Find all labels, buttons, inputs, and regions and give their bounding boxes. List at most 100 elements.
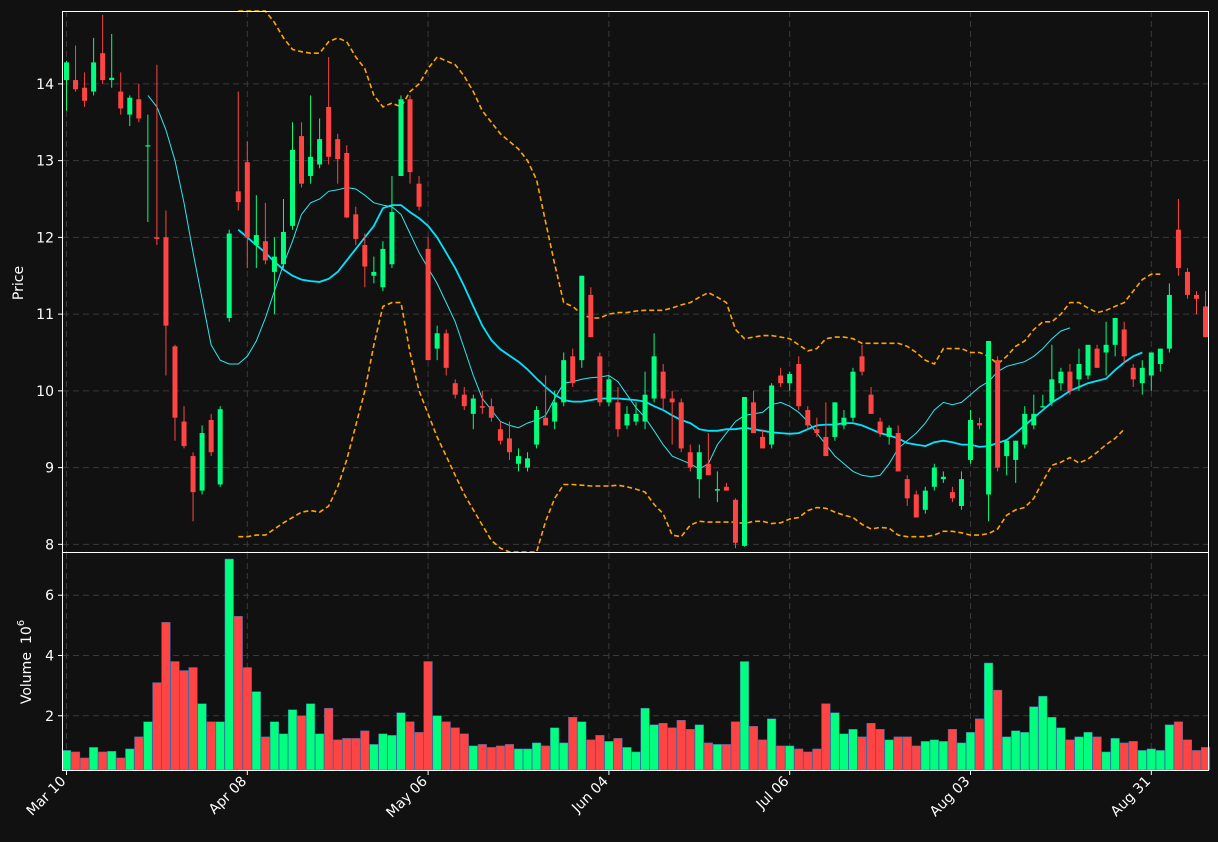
volume-bar — [1020, 732, 1030, 771]
volume-bar — [224, 558, 234, 771]
volume-bar — [803, 751, 813, 771]
candle-body — [100, 53, 106, 81]
candle-body — [398, 99, 404, 176]
volume-axis-scale: 10 — [19, 626, 35, 644]
candle-body — [968, 420, 973, 460]
volume-bar — [414, 732, 424, 771]
candle-body — [913, 494, 919, 518]
volume-bars — [61, 558, 1211, 771]
volume-bar — [1101, 751, 1111, 771]
volume-bar — [712, 744, 722, 771]
volume-bar — [577, 721, 587, 771]
candle-body — [217, 409, 223, 485]
candle-body — [118, 91, 124, 109]
candle-body — [922, 490, 928, 510]
candle-body — [1067, 371, 1073, 391]
volume-bar — [658, 723, 668, 771]
volume-bar — [315, 733, 325, 771]
candle-body — [579, 275, 585, 361]
candle-body — [262, 241, 268, 261]
candle-body — [380, 248, 386, 288]
candle-body — [317, 139, 323, 165]
candle-body — [1130, 367, 1136, 380]
candle-body — [1184, 271, 1190, 295]
candle-body — [73, 80, 79, 90]
x-tick-label: Jul 06 — [753, 773, 793, 813]
volume-bar — [1056, 727, 1066, 771]
volume-bar — [911, 745, 921, 771]
volume-bar — [812, 748, 822, 771]
candle-body — [633, 413, 639, 422]
candle-body — [516, 456, 521, 464]
candle-body — [425, 248, 431, 361]
volume-bar — [586, 739, 596, 771]
candle-body — [986, 340, 992, 495]
volume-bar — [143, 721, 153, 771]
candle-body — [389, 212, 395, 265]
candle-body — [742, 396, 747, 546]
volume-bar — [721, 744, 731, 771]
volume-bar — [387, 735, 397, 771]
candle-body — [1166, 294, 1172, 349]
volume-bar — [993, 689, 1003, 771]
candle-body — [253, 235, 259, 246]
candle-body — [705, 463, 711, 476]
volume-bar — [758, 739, 768, 771]
indicator-overlays — [147, 10, 1161, 553]
candle-body — [1094, 348, 1100, 368]
volume-bar — [251, 691, 261, 771]
candle-body — [534, 410, 540, 445]
candle-body — [805, 410, 811, 426]
volume-bar — [98, 751, 108, 771]
price-tick-label: 13 — [36, 154, 54, 170]
volume-bar — [568, 717, 578, 771]
volume-bar — [513, 748, 524, 771]
candle-body — [1058, 371, 1064, 384]
candle-body — [669, 398, 675, 403]
candle-body — [886, 427, 892, 437]
volume-bar — [667, 727, 677, 771]
candle-body — [687, 452, 693, 468]
volume-bar — [884, 739, 894, 771]
volume-bar — [170, 661, 180, 771]
candle-body — [1157, 348, 1163, 364]
candle-body — [642, 394, 648, 422]
candle-body — [1031, 413, 1037, 426]
volume-bar — [947, 729, 957, 771]
candle-body — [543, 417, 549, 426]
volume-bar — [1128, 741, 1138, 771]
candle-body — [190, 456, 196, 493]
candle-body — [832, 402, 838, 437]
volume-bar — [486, 747, 496, 771]
candle-body — [696, 452, 702, 480]
volume-bar — [296, 715, 307, 771]
volume-bar — [61, 750, 72, 771]
volume-bar — [767, 718, 777, 771]
volume-bar — [965, 732, 976, 771]
volume-axis-label-text: Volume — [19, 652, 35, 704]
volume-bar — [342, 738, 352, 771]
volume-bar — [89, 747, 99, 771]
x-tick-label: Aug 31 — [1108, 774, 1154, 820]
volume-tick-label: 6 — [45, 588, 54, 604]
volume-bar — [875, 729, 885, 771]
volume-bar — [450, 727, 460, 771]
candle-body — [723, 486, 729, 491]
volume-bar — [974, 718, 985, 771]
volume-bar — [595, 735, 605, 771]
volume-bar — [306, 703, 316, 771]
volume-bar — [848, 729, 858, 771]
candle-body — [506, 438, 512, 453]
price-tick-label: 14 — [36, 77, 54, 93]
x-tick-label: Aug 03 — [927, 774, 973, 820]
candle-body — [552, 402, 558, 422]
candle-body — [732, 499, 738, 543]
candle-body — [416, 183, 422, 207]
candle-body — [787, 373, 793, 384]
volume-bar — [984, 662, 994, 771]
volume-bar — [134, 736, 144, 771]
candle-body — [778, 375, 784, 384]
candle-body — [145, 145, 151, 147]
candle-body — [859, 356, 865, 372]
volume-bar — [532, 742, 542, 771]
